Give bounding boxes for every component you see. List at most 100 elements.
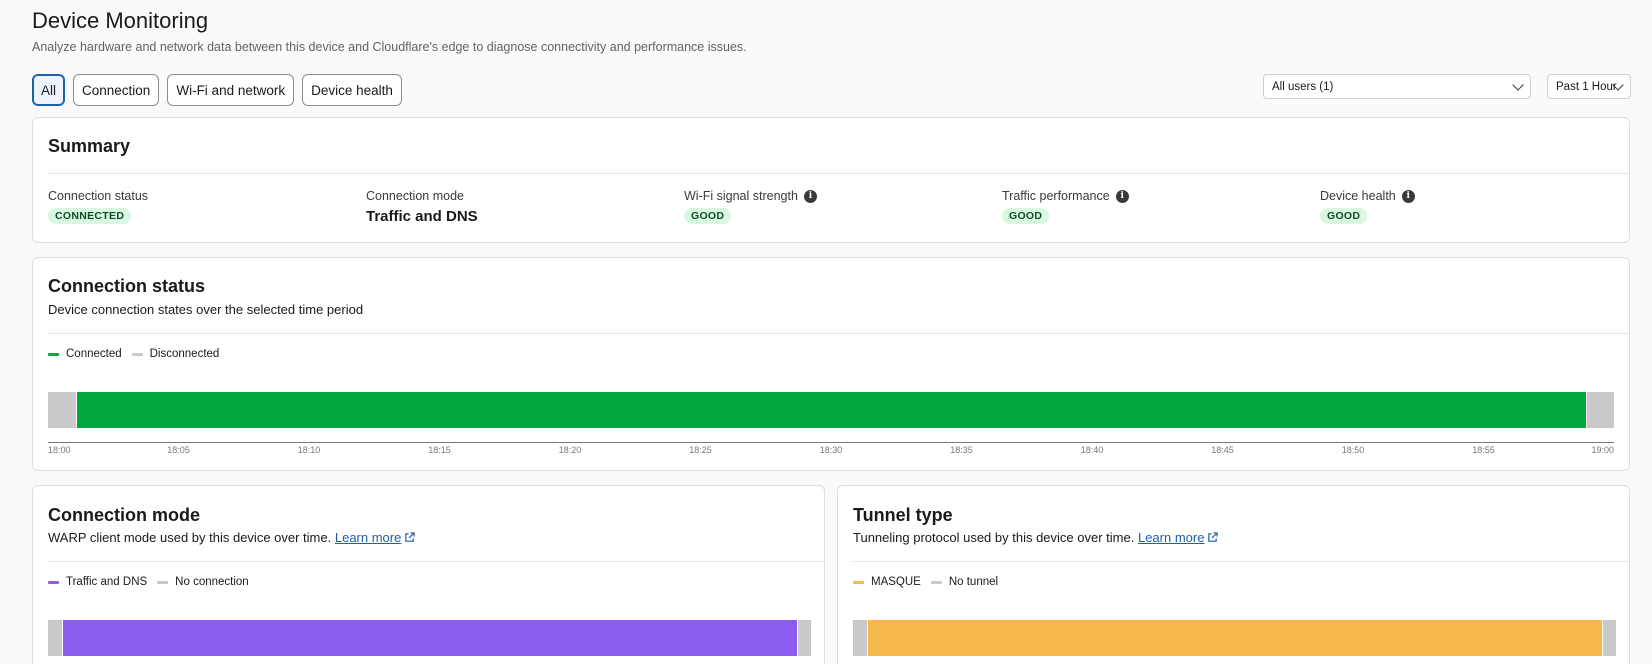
info-icon[interactable]: i: [1401, 189, 1415, 203]
summary-traffic-performance: Traffic performance i GOOD: [1002, 188, 1129, 224]
timeline-segment-masque[interactable]: [866, 620, 1603, 656]
summary-title: Summary: [48, 136, 131, 156]
timeline-segment-disconnected[interactable]: [48, 392, 77, 428]
page-title: Device Monitoring: [32, 8, 209, 33]
connection-mode-description: WARP client mode used by this device ove…: [48, 530, 416, 545]
connection-mode-timeline[interactable]: [48, 620, 811, 656]
tunnel-type-title: Tunnel type: [853, 505, 953, 525]
tunnel-type-description: Tunneling protocol used by this device o…: [853, 530, 1219, 545]
external-link-icon: [1208, 532, 1219, 542]
time-tick-label: 18:00: [48, 445, 71, 455]
summary-label-row: Device health i: [1320, 188, 1415, 204]
tab-all[interactable]: All: [32, 74, 66, 106]
time-tick-label: 18:10: [297, 445, 321, 455]
legend-label: No tunnel: [948, 576, 999, 588]
time-range-select[interactable]: Past 1 Hour: [1547, 74, 1631, 99]
legend-swatch: [853, 580, 864, 584]
legend-label: Disconnected: [149, 348, 220, 360]
users-select[interactable]: All users (1): [1263, 74, 1531, 99]
timeline-segment-no-tunnel[interactable]: [853, 620, 867, 656]
summary-label-row: Traffic performance i: [1002, 188, 1129, 204]
legend-label: MASQUE: [871, 576, 921, 588]
time-tick-label: 18:40: [1080, 445, 1104, 455]
legend-item: Traffic and DNS: [48, 576, 147, 588]
filter-tabs: All Connection Wi-Fi and network Device …: [32, 74, 402, 106]
connection-mode-card: Connection mode WARP client mode used by…: [32, 485, 825, 664]
legend-item: No connection: [157, 576, 249, 588]
timeline-segment-traffic-and-dns[interactable]: [61, 620, 798, 656]
legend-swatch: [157, 580, 169, 584]
time-tick-label: 18:35: [950, 445, 973, 455]
status-badge: GOOD: [684, 208, 732, 224]
summary-card: Summary Connection status CONNECTED Conn…: [32, 117, 1630, 243]
tab-device-health[interactable]: Device health: [302, 74, 402, 106]
connection-status-description: Device connection states over the select…: [48, 302, 364, 317]
tab-connection[interactable]: Connection: [73, 74, 160, 106]
legend-swatch: [131, 352, 143, 356]
legend-swatch: [930, 580, 942, 584]
chevron-down-icon: [1512, 79, 1524, 91]
users-select-value: All users (1): [1272, 80, 1334, 93]
timeline-segment-no-connection[interactable]: [48, 620, 62, 656]
connection-mode-value: Traffic and DNS: [366, 208, 478, 225]
tab-wifi-network[interactable]: Wi-Fi and network: [167, 74, 295, 106]
legend-item: Disconnected: [131, 348, 220, 360]
legend-swatch: [48, 352, 59, 356]
summary-label-row: Wi-Fi signal strength i: [684, 188, 817, 204]
timeline-segment-no-connection[interactable]: [797, 620, 811, 656]
legend-item: Connected: [48, 348, 122, 360]
connection-status-card: Connection status Device connection stat…: [32, 257, 1630, 471]
info-icon[interactable]: i: [1115, 189, 1129, 203]
learn-more-link[interactable]: Learn more: [1138, 530, 1204, 545]
summary-wifi-signal: Wi-Fi signal strength i GOOD: [684, 188, 817, 224]
time-axis-ticks: 18:00 18:05 18:10 18:15 18:20 18:25 18:30 18:35…: [48, 445, 1614, 459]
tunnel-type-timeline[interactable]: [853, 620, 1616, 656]
status-badge: GOOD: [1320, 208, 1368, 224]
legend-item: MASQUE: [853, 576, 921, 588]
legend-label: Traffic and DNS: [66, 576, 148, 588]
divider: [48, 333, 1629, 334]
divider: [48, 173, 1629, 174]
timeline-segment-disconnected[interactable]: [1586, 392, 1614, 428]
status-badge: GOOD: [1002, 208, 1050, 224]
legend-swatch: [48, 580, 59, 584]
tunnel-type-card: Tunnel type Tunneling protocol used by t…: [837, 485, 1630, 664]
timeline-segment-connected[interactable]: [76, 392, 1587, 428]
time-tick-label: 18:45: [1211, 445, 1234, 455]
time-tick-label: 18:30: [819, 445, 843, 455]
external-link-icon: [405, 532, 416, 542]
time-tick-label: 18:20: [558, 445, 582, 455]
time-tick-label: 18:15: [428, 445, 451, 455]
learn-more-link[interactable]: Learn more: [335, 530, 401, 545]
description-text: WARP client mode used by this device ove…: [48, 530, 332, 545]
info-icon[interactable]: i: [803, 189, 817, 203]
summary-device-health: Device health i GOOD: [1320, 188, 1415, 224]
summary-connection-mode: Connection mode Traffic and DNS: [366, 188, 478, 225]
time-range-value: Past 1 Hour: [1556, 80, 1617, 93]
description-text: Tunneling protocol used by this device o…: [853, 530, 1135, 545]
connection-mode-title: Connection mode: [48, 505, 200, 525]
summary-label: Device health: [1320, 189, 1396, 203]
timeline-segment-no-tunnel[interactable]: [1602, 620, 1616, 656]
legend: Traffic and DNS No connection: [48, 576, 249, 588]
time-tick-label: 18:05: [167, 445, 190, 455]
time-tick-label: 19:00: [1591, 445, 1614, 455]
legend-label: No connection: [175, 576, 249, 588]
divider: [48, 561, 824, 562]
legend: Connected Disconnected: [48, 348, 219, 360]
summary-label: Wi-Fi signal strength: [684, 189, 798, 203]
time-tick-label: 18:50: [1341, 445, 1365, 455]
page-subtitle: Analyze hardware and network data betwee…: [32, 40, 747, 54]
divider: [853, 561, 1629, 562]
legend-label: Connected: [66, 348, 122, 360]
connection-status-title: Connection status: [48, 276, 206, 296]
connection-status-timeline[interactable]: [48, 392, 1614, 428]
summary-label: Connection status: [48, 189, 149, 203]
time-axis: [48, 442, 1614, 443]
time-tick-label: 18:55: [1472, 445, 1495, 455]
status-badge: CONNECTED: [48, 208, 132, 224]
summary-label: Connection mode: [366, 189, 464, 203]
legend-item: No tunnel: [930, 576, 999, 588]
summary-label: Traffic performance: [1002, 189, 1110, 203]
legend: MASQUE No tunnel: [853, 576, 998, 588]
